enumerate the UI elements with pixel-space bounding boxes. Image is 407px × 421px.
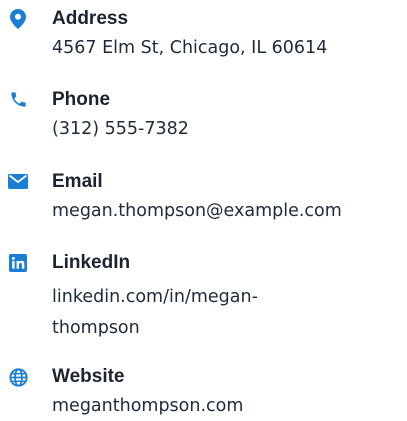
phone-value: (312) 555-7382 bbox=[52, 119, 189, 139]
linkedin-icon bbox=[8, 253, 28, 273]
phone-icon bbox=[8, 89, 28, 109]
website-value: meganthompson.com bbox=[52, 396, 244, 416]
linkedin-value: linkedin.com/in/megan- thompson bbox=[52, 287, 258, 338]
globe-icon bbox=[8, 367, 28, 387]
map-pin-icon bbox=[8, 9, 28, 29]
contact-label: Website bbox=[52, 366, 125, 387]
contact-label: Phone bbox=[52, 89, 111, 110]
email-value: megan.thompson@example.com bbox=[52, 201, 342, 221]
contact-label: Address bbox=[52, 8, 129, 29]
address-value: 4567 Elm St, Chicago, IL 60614 bbox=[52, 38, 328, 58]
contact-list: Address 4567 Elm St, Chicago, IL 60614 P… bbox=[0, 0, 407, 421]
contact-label: Email bbox=[52, 171, 103, 192]
contact-label: LinkedIn bbox=[52, 252, 131, 273]
envelope-icon bbox=[8, 171, 28, 191]
